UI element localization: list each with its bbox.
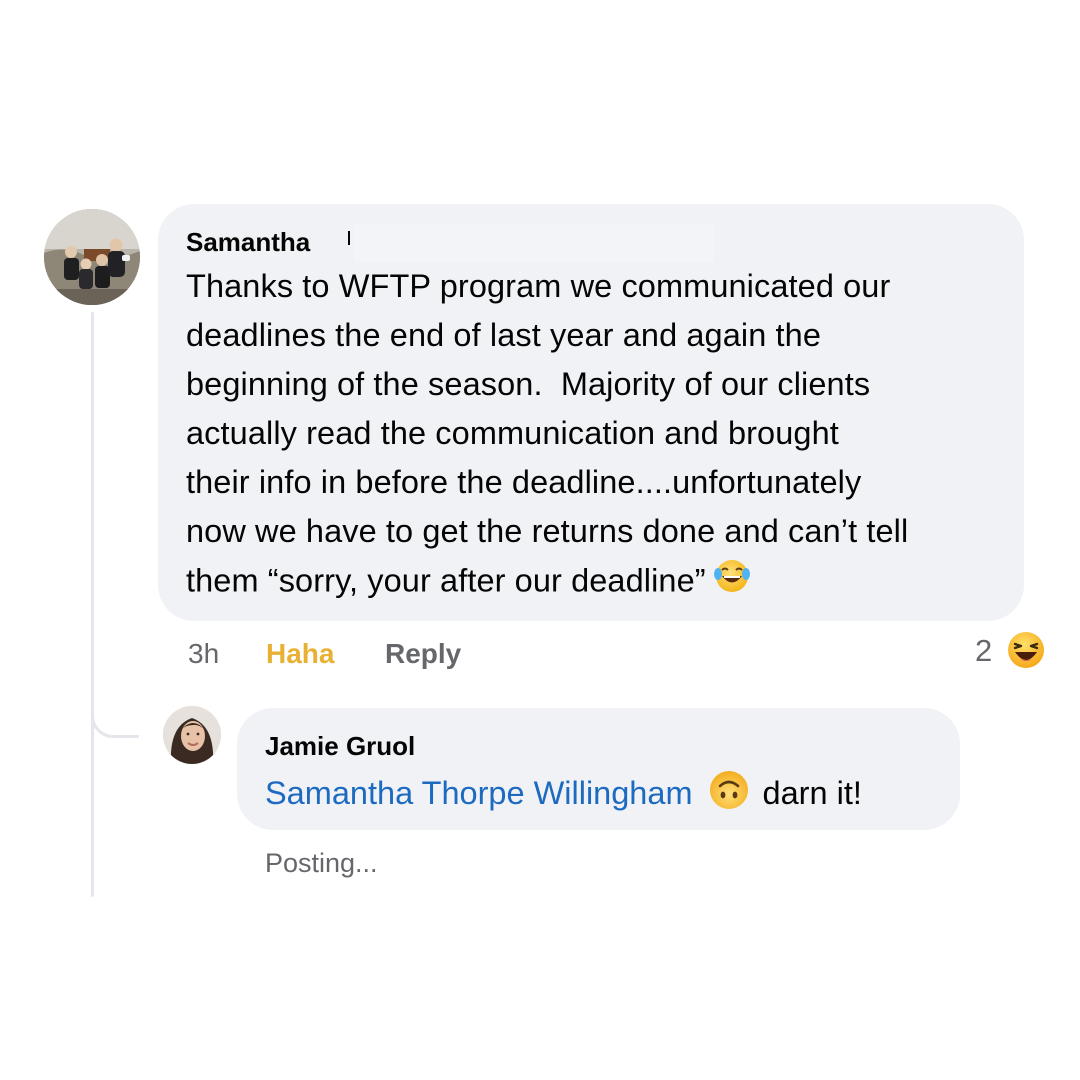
mention-link[interactable]: Samantha Thorpe Willingham [265,775,693,811]
profile-photo [163,706,221,764]
haha-reaction-button[interactable]: Haha [266,636,334,672]
posting-status: Posting... [265,848,378,878]
reply-button[interactable]: Reply [385,636,461,672]
redaction-edge [348,231,350,245]
thread-line [91,312,94,897]
comment-bubble: Samantha Thanks to WFTP program we commu… [158,204,1024,621]
reply-body: darn it! [762,775,862,812]
comment-text: Thanks to WFTP program we communicated o… [186,262,996,610]
reply-bubble: Jamie Gruol Samantha Thorpe Willingham d… [237,708,960,830]
avatar[interactable] [44,209,140,305]
comment-body: Thanks to WFTP program we communicated o… [186,268,909,599]
face-with-tears-of-joy-icon [712,556,752,610]
profile-photo [44,209,140,305]
haha-reaction-icon[interactable] [1004,628,1048,672]
reply-author-name[interactable]: Jamie Gruol [265,730,932,762]
reply-avatar[interactable] [163,706,221,764]
reply-text: Samantha Thorpe Willingham darn it! [265,768,932,823]
comment-timestamp[interactable]: 3h [188,636,219,672]
reaction-count[interactable]: 2 [975,631,992,671]
upside-down-face-icon [707,768,751,823]
name-redaction [354,224,714,262]
thread-branch-line [91,690,139,738]
